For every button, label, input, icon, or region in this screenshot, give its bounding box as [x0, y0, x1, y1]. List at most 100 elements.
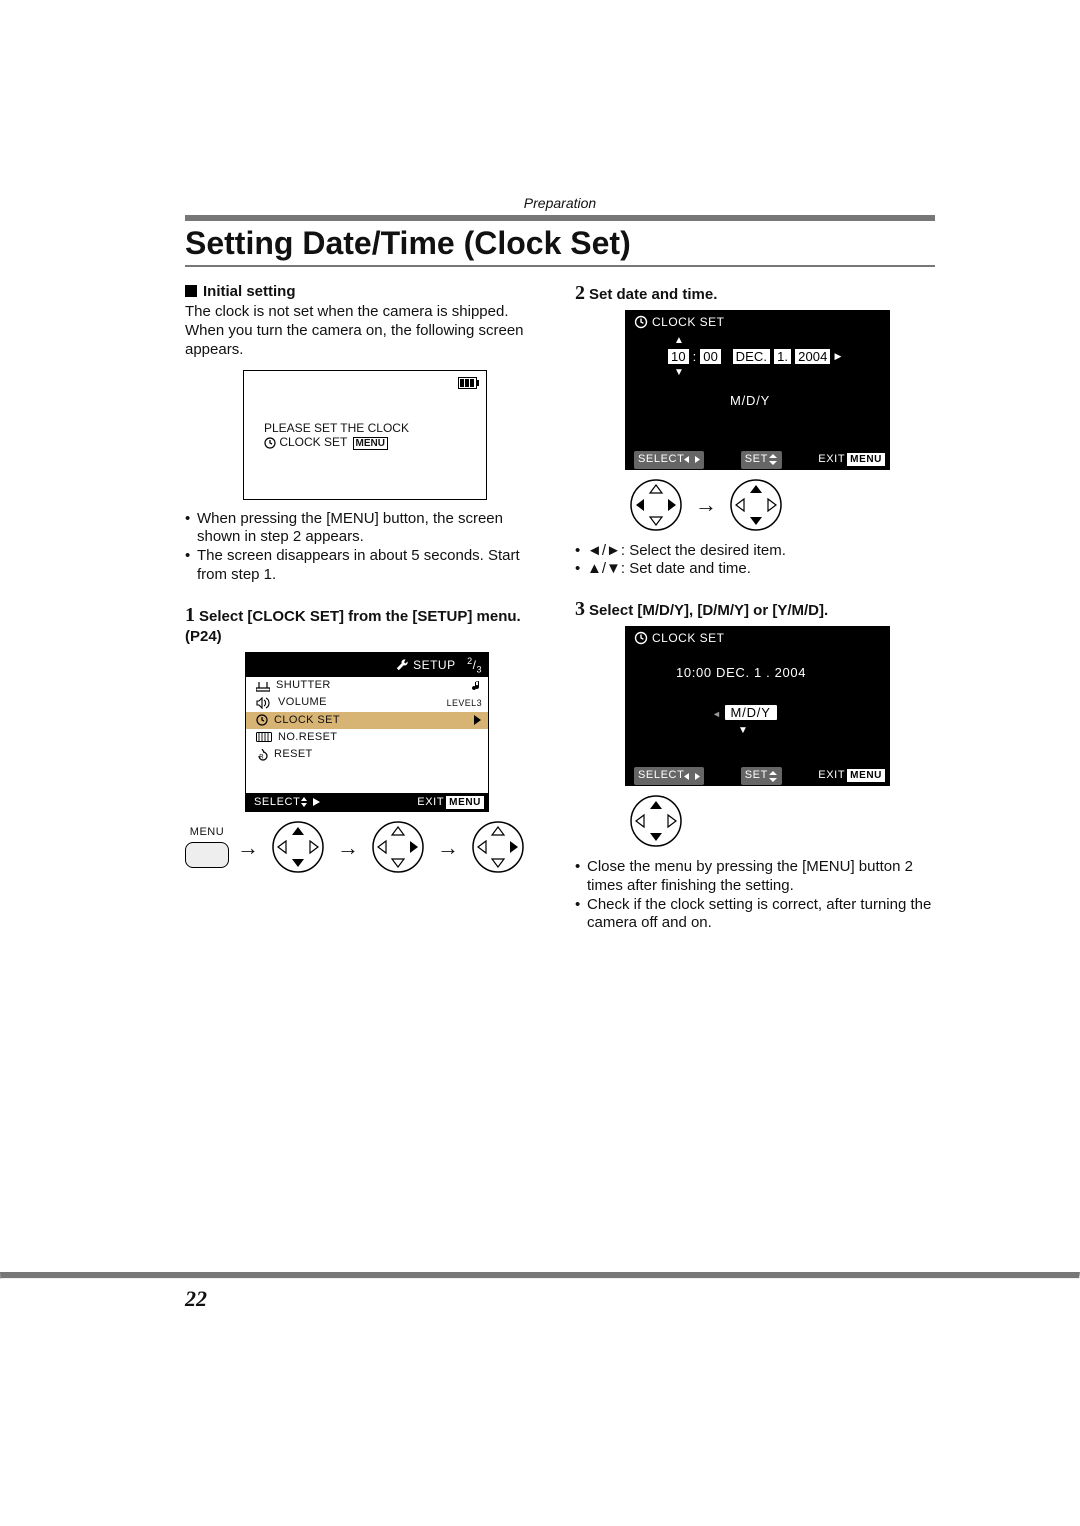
section-label: Preparation: [185, 195, 935, 213]
initial-body: The clock is not set when the camera is …: [185, 303, 545, 359]
step3-heading: 3Select [M/D/Y], [D/M/Y] or [Y/M/D].: [575, 597, 935, 622]
clock-date-row: 10:00 DEC. 1. 2004 ▶: [668, 349, 841, 365]
step3-bullets: Close the menu by pressing the [MENU] bu…: [575, 858, 935, 933]
title-underline: [185, 265, 935, 267]
arrow-right-icon: →: [337, 834, 359, 862]
warn-text: PLEASE SET THE CLOCK CLOCK SET MENU: [264, 421, 409, 450]
down-tri-icon: ▼: [738, 725, 748, 737]
initial-bullet: The screen disappears in about 5 seconds…: [185, 547, 545, 585]
clock-body: 10:00 DEC. 1 . 2004 ◄ M/D/Y ▼: [626, 647, 889, 759]
format-field[interactable]: M/D/Y: [725, 705, 777, 720]
step2-heading: 2Set date and time.: [575, 281, 935, 306]
dpad-up-down[interactable]: [725, 474, 787, 536]
lcd-setup-screen: SETUP 2/3 SHUTTER VOLUME LEVEL3: [245, 652, 489, 812]
exit-menu-box: MENU: [847, 769, 885, 782]
arrow-right-icon: →: [237, 834, 259, 862]
right-column: 2Set date and time. CLOCK SET ▲ ▼ 10:00 …: [575, 281, 935, 934]
field-day[interactable]: 1.: [774, 349, 791, 365]
warn-menu-box: MENU: [353, 437, 388, 450]
clock-icon: [634, 315, 648, 329]
left-tri-icon: ◄: [712, 709, 721, 719]
legend-item: ◄/►: Select the desired item.: [575, 542, 935, 561]
field-hour[interactable]: 10: [668, 349, 689, 365]
clock-title-row: CLOCK SET: [626, 627, 889, 647]
step3-bullet: Check if the clock setting is correct, a…: [575, 896, 935, 934]
updown-right-icon: [300, 797, 322, 807]
initial-bullet: When pressing the [MENU] button, the scr…: [185, 510, 545, 548]
format-label: M/D/Y: [730, 393, 770, 409]
bottom-rule: [0, 1272, 1080, 1279]
top-rule: [185, 215, 935, 221]
menu-item-no-reset[interactable]: NO.RESET: [246, 729, 488, 746]
clock-icon: [256, 714, 268, 726]
setup-band-label: SETUP: [413, 658, 456, 672]
clock-title-row: CLOCK SET: [626, 311, 889, 331]
columns: Initial setting The clock is not set whe…: [185, 281, 935, 934]
exit-menu-box: MENU: [446, 796, 484, 809]
legend-item: ▲/▼: Set date and time.: [575, 560, 935, 579]
page: Preparation Setting Date/Time (Clock Set…: [0, 0, 1080, 1526]
leftright-icon: [684, 455, 700, 464]
down-tri-icon: ▼: [674, 367, 684, 379]
clock-icon: [264, 437, 276, 449]
lcd-clock-set-step2: CLOCK SET ▲ ▼ 10:00 DEC. 1. 2004 ▶ M/D/Y: [625, 310, 890, 470]
menu-button-group: MENU: [185, 826, 229, 868]
right-tri-icon: ▶: [834, 351, 841, 362]
clock-icon: [634, 631, 648, 645]
battery-icon: [458, 377, 480, 389]
clock-body: ▲ ▼ 10:00 DEC. 1. 2004 ▶ M/D/Y: [626, 331, 889, 443]
step1-heading: 1Select [CLOCK SET] from the [SETUP] men…: [185, 603, 545, 647]
step3-bullet: Close the menu by pressing the [MENU] bu…: [575, 858, 935, 896]
reset-icon: R: [256, 749, 268, 761]
warn-line2-prefix: CLOCK SET: [279, 435, 347, 449]
initial-bullets: When pressing the [MENU] button, the scr…: [185, 510, 545, 585]
leftright-icon: [684, 772, 700, 781]
step-number: 1: [185, 604, 195, 626]
step3-control-sequence: [625, 790, 935, 852]
step2-control-sequence: →: [625, 474, 935, 536]
clock-title: CLOCK SET: [652, 631, 725, 645]
shutter-icon: [256, 680, 270, 692]
step-number: 2: [575, 282, 585, 304]
clock-footer: SELECT SET EXITMENU: [626, 451, 889, 469]
field-minute[interactable]: 00: [700, 349, 721, 365]
setup-footer: SELECT EXITMENU: [246, 793, 488, 811]
counter-icon: [256, 732, 272, 742]
wrench-icon: [395, 658, 409, 672]
dpad-right[interactable]: [467, 816, 529, 878]
menu-item-clock-set[interactable]: CLOCK SET: [246, 712, 488, 729]
updown-icon: [768, 771, 778, 782]
setup-band-page: 2/3: [467, 656, 482, 675]
arrow-right-icon: →: [437, 834, 459, 862]
lcd-clock-set-step3: CLOCK SET 10:00 DEC. 1 . 2004 ◄ M/D/Y ▼ …: [625, 626, 890, 786]
field-month[interactable]: DEC.: [733, 349, 770, 365]
lcd-warn-screen: PLEASE SET THE CLOCK CLOCK SET MENU: [243, 370, 487, 500]
right-tri-icon: [473, 715, 482, 725]
clock-title: CLOCK SET: [652, 315, 725, 329]
clock-footer: SELECT SET EXITMENU: [626, 767, 889, 785]
dpad-up-down[interactable]: [267, 816, 329, 878]
menu-item-volume[interactable]: VOLUME LEVEL3: [246, 694, 488, 711]
dpad-right[interactable]: [625, 474, 687, 536]
note-icon: [472, 680, 482, 692]
step2-legend: ◄/►: Select the desired item. ▲/▼: Set d…: [575, 542, 935, 580]
dpad-right[interactable]: [367, 816, 429, 878]
menu-item-shutter[interactable]: SHUTTER: [246, 677, 488, 694]
datetime-line: 10:00 DEC. 1 . 2004: [676, 665, 806, 681]
step-number: 3: [575, 598, 585, 620]
step1-control-sequence: MENU → → →: [185, 816, 545, 878]
speaker-icon: [256, 697, 272, 709]
dpad-up-down[interactable]: [625, 790, 687, 852]
page-title: Setting Date/Time (Clock Set): [185, 223, 935, 263]
menu-item-reset[interactable]: R RESET: [246, 746, 488, 763]
setup-band: SETUP 2/3: [246, 653, 488, 677]
warn-line1: PLEASE SET THE CLOCK: [264, 421, 409, 435]
svg-text:R: R: [259, 754, 264, 760]
menu-button[interactable]: [185, 842, 229, 868]
field-year[interactable]: 2004: [795, 349, 830, 365]
initial-heading: Initial setting: [185, 283, 545, 302]
menu-button-label: MENU: [190, 826, 224, 840]
exit-menu-box: MENU: [847, 453, 885, 466]
setup-rows: SHUTTER VOLUME LEVEL3 CLOCK SET: [246, 677, 488, 763]
arrow-right-icon: →: [695, 491, 717, 519]
